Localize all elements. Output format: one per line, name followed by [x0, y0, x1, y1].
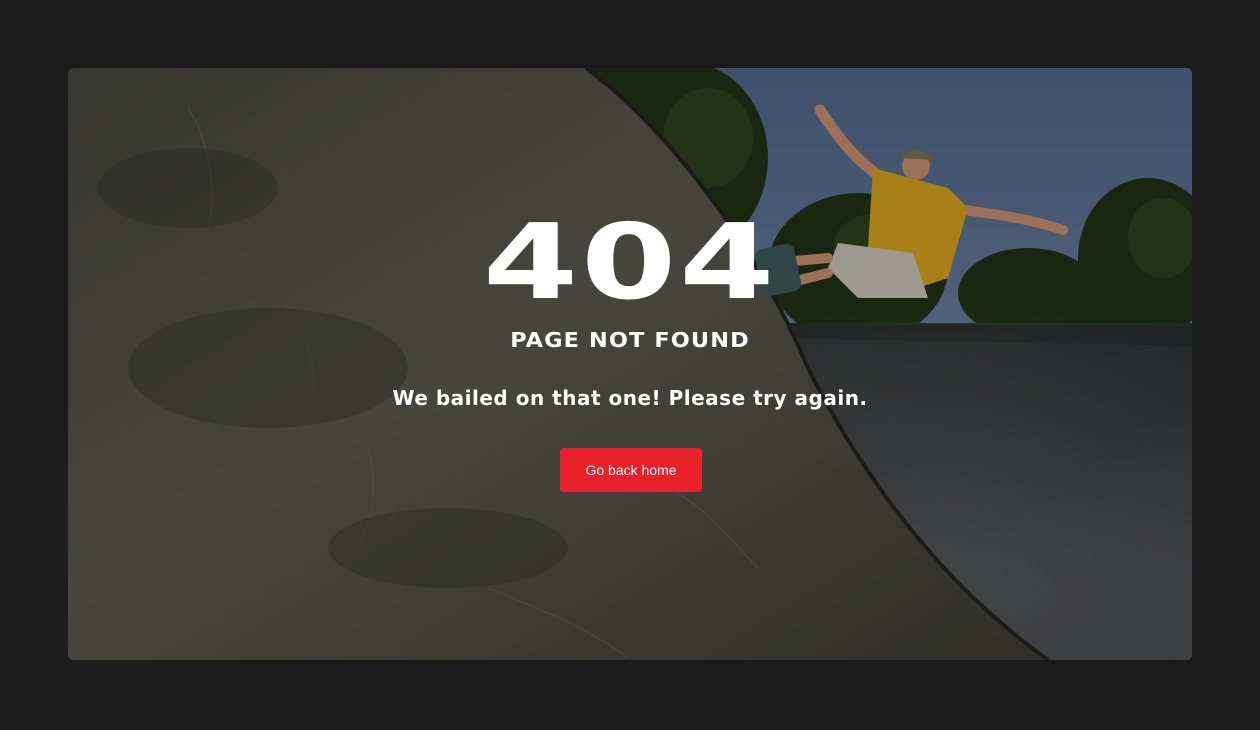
error-page: 404 PAGE NOT FOUND We bailed on that one… — [0, 0, 1260, 730]
hero-card: 404 PAGE NOT FOUND We bailed on that one… — [68, 68, 1192, 660]
error-title: PAGE NOT FOUND — [510, 328, 750, 352]
error-content: 404 PAGE NOT FOUND We bailed on that one… — [68, 68, 1192, 660]
error-message: We bailed on that one! Please try again. — [392, 386, 868, 410]
error-code: 404 — [482, 201, 778, 323]
go-back-home-button[interactable]: Go back home — [560, 448, 702, 492]
